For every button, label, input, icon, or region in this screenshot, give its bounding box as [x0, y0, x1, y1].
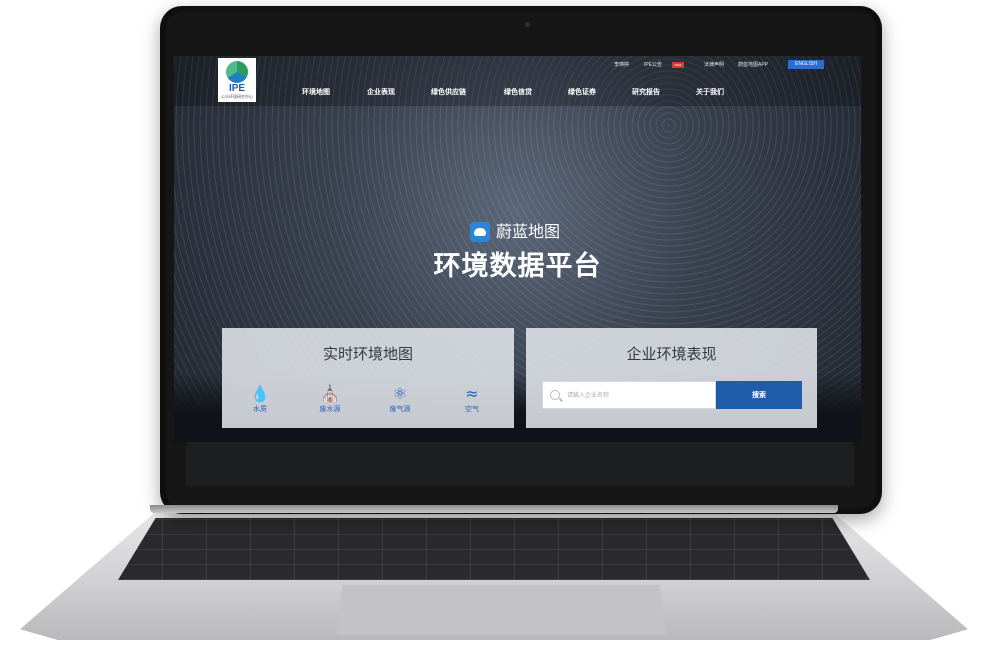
- factory-icon: ⛪: [320, 384, 340, 403]
- enterprise-search-input[interactable]: [567, 388, 707, 402]
- menu-green-credit[interactable]: 绿色信贷: [504, 87, 532, 97]
- category-label: 空气: [465, 405, 479, 413]
- air-waves-icon: ≈: [465, 384, 479, 403]
- laptop-mockup: IPE 公众环境研究中心 李瑛婷 IPE公告 NEW 法律声明 蔚蓝地图APP …: [0, 0, 988, 645]
- english-button[interactable]: ENGLISH: [788, 60, 824, 69]
- menu-research-reports[interactable]: 研究报告: [632, 87, 660, 97]
- top-navigation: IPE 公众环境研究中心 李瑛婷 IPE公告 NEW 法律声明 蔚蓝地图APP …: [174, 56, 861, 106]
- menu-environment-map[interactable]: 环境地图: [302, 87, 330, 97]
- site-logo[interactable]: IPE 公众环境研究中心: [218, 58, 256, 102]
- category-label: 水质: [253, 405, 267, 413]
- enterprise-performance-card: 企业环境表现 搜索: [526, 328, 817, 428]
- announcement-link[interactable]: IPE公告: [644, 61, 662, 68]
- legal-link[interactable]: 法律声明: [704, 61, 724, 68]
- category-wastewater-source[interactable]: ⛪ 废水源: [310, 384, 350, 414]
- menu-green-securities[interactable]: 绿色证券: [568, 87, 596, 97]
- category-label: 废水源: [319, 405, 341, 413]
- menu-about-us[interactable]: 关于我们: [696, 87, 724, 97]
- realtime-map-title[interactable]: 实时环境地图: [222, 344, 514, 364]
- menu-enterprise-performance[interactable]: 企业表现: [367, 87, 395, 97]
- enterprise-search-box: [542, 381, 716, 409]
- gas-source-icon: ⚛: [392, 384, 408, 403]
- page-lower-area: [186, 442, 854, 486]
- category-air[interactable]: ≈ 空气: [452, 384, 492, 414]
- laptop-hinge: [150, 505, 838, 513]
- category-water-quality[interactable]: 💧 水质: [240, 384, 280, 414]
- search-button[interactable]: 搜索: [716, 381, 802, 409]
- hero-brand: 蔚蓝地图: [496, 222, 561, 241]
- blue-map-cloud-icon: [470, 222, 490, 242]
- keyboard: [118, 518, 870, 580]
- ipe-logo-icon: [226, 61, 248, 83]
- search-icon: [550, 390, 560, 400]
- realtime-map-card: 实时环境地图 💧 水质 ⛪ 废水源 ⚛ 废气源 ≈ 空气: [222, 328, 514, 428]
- water-drop-icon: 💧: [250, 384, 270, 403]
- camera-icon: [525, 22, 530, 27]
- logo-subtitle: 公众环境研究中心: [221, 94, 253, 99]
- browser-screen: IPE 公众环境研究中心 李瑛婷 IPE公告 NEW 法律声明 蔚蓝地图APP …: [174, 56, 861, 442]
- user-link[interactable]: 李瑛婷: [614, 61, 629, 68]
- app-link[interactable]: 蔚蓝地图APP: [738, 61, 768, 68]
- logo-text: IPE: [228, 83, 246, 94]
- enterprise-performance-title: 企业环境表现: [626, 345, 717, 363]
- hero-title: 环境数据平台: [433, 251, 602, 282]
- new-badge: NEW: [672, 62, 684, 68]
- menu-green-supply-chain[interactable]: 绿色供应链: [431, 87, 466, 97]
- category-label: 废气源: [389, 405, 411, 413]
- trackpad: [336, 585, 666, 635]
- category-exhaust-source[interactable]: ⚛ 废气源: [380, 384, 420, 414]
